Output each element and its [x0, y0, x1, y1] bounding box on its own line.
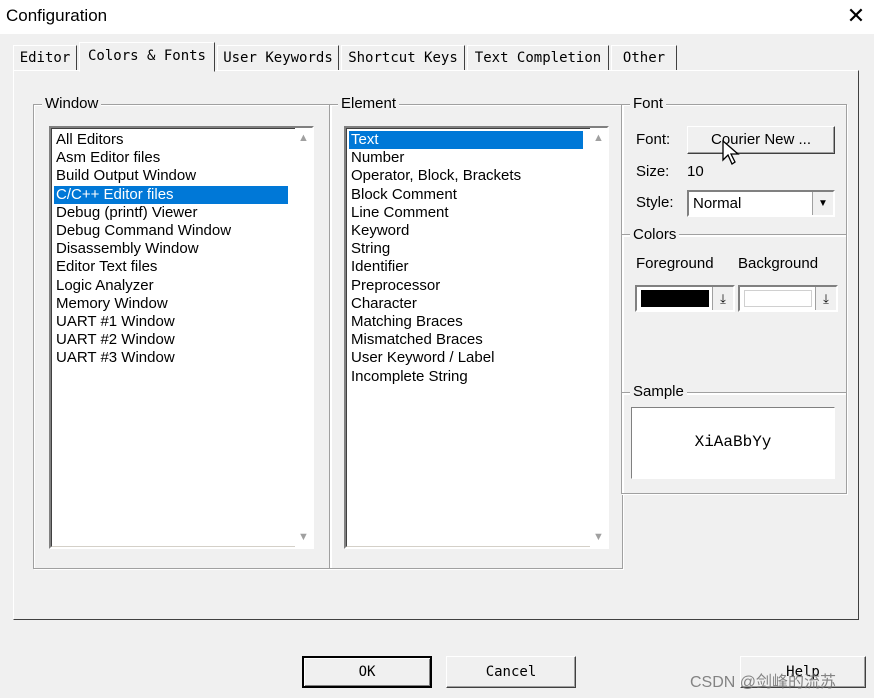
tab-editor[interactable]: Editor: [13, 45, 77, 70]
window-listbox[interactable]: All Editors Asm Editor files Build Output …: [49, 126, 314, 549]
element-group-legend: Element: [338, 95, 400, 112]
list-item[interactable]: UART #1 Window: [54, 313, 288, 331]
element-listbox[interactable]: Text Number Operator, Block, Brackets Block…: [344, 126, 609, 549]
list-item[interactable]: Operator, Block, Brackets: [349, 167, 583, 185]
sample-group-legend: Sample: [630, 383, 687, 400]
list-item[interactable]: Matching Braces: [349, 313, 583, 331]
background-color-picker[interactable]: ⤓: [738, 285, 838, 312]
list-item[interactable]: Preprocessor: [349, 277, 583, 295]
list-item[interactable]: Text: [349, 131, 583, 149]
list-item[interactable]: UART #3 Window: [54, 349, 288, 367]
mouse-cursor-icon: [722, 140, 740, 165]
list-item[interactable]: All Editors: [54, 131, 288, 149]
list-item[interactable]: Character: [349, 295, 583, 313]
list-item[interactable]: Mismatched Braces: [349, 331, 583, 349]
style-dropdown[interactable]: Normal ▼: [687, 190, 835, 217]
list-item[interactable]: Debug (printf) Viewer: [54, 204, 288, 222]
sample-text: XiAaBbYy: [694, 433, 772, 451]
foreground-color-swatch: [641, 290, 709, 307]
tab-other[interactable]: Other: [611, 45, 677, 70]
list-item[interactable]: Identifier: [349, 258, 583, 276]
font-label: Font:: [636, 131, 671, 148]
list-item[interactable]: Number: [349, 149, 583, 167]
list-item[interactable]: C/C++ Editor files: [54, 185, 288, 204]
close-button[interactable]: ✕: [840, 2, 872, 30]
scroll-up-icon[interactable]: ▲: [593, 132, 604, 144]
list-item[interactable]: Keyword: [349, 222, 583, 240]
tab-shortcut-keys[interactable]: Shortcut Keys: [341, 45, 465, 70]
style-label: Style:: [636, 194, 674, 211]
chevron-down-icon[interactable]: ▼: [812, 192, 833, 215]
list-item[interactable]: Incomplete String: [349, 368, 583, 386]
list-item[interactable]: Build Output Window: [54, 167, 288, 185]
scroll-up-icon[interactable]: ▲: [298, 132, 309, 144]
dropdown-arrow-icon[interactable]: ⤓: [712, 287, 733, 310]
font-select-button[interactable]: Courier New ...: [687, 126, 835, 154]
style-dropdown-value: Normal: [693, 195, 742, 212]
watermark: CSDN @剑峰的流苏: [690, 674, 837, 691]
list-item[interactable]: String: [349, 240, 583, 258]
list-item[interactable]: UART #2 Window: [54, 331, 288, 349]
scroll-down-icon[interactable]: ▼: [593, 531, 604, 543]
foreground-label: Foreground: [636, 255, 714, 272]
list-item[interactable]: Logic Analyzer: [54, 277, 288, 295]
title-bar: Configuration ✕: [0, 0, 874, 34]
background-label: Background: [738, 255, 819, 272]
list-item[interactable]: Debug Command Window: [54, 222, 288, 240]
tab-colors-fonts[interactable]: Colors & Fonts: [79, 42, 215, 72]
font-group-legend: Font: [630, 95, 667, 112]
list-item[interactable]: Editor Text files: [54, 258, 288, 276]
list-item[interactable]: Asm Editor files: [54, 149, 288, 167]
size-label: Size:: [636, 163, 670, 180]
window-title: Configuration: [6, 6, 108, 25]
window-group-legend: Window: [42, 95, 102, 112]
list-item[interactable]: Block Comment: [349, 186, 583, 204]
ok-button[interactable]: OK: [302, 656, 432, 688]
tab-text-completion[interactable]: Text Completion: [467, 45, 609, 70]
list-item[interactable]: Memory Window: [54, 295, 288, 313]
list-item[interactable]: User Keyword / Label: [349, 349, 583, 367]
list-item[interactable]: Disassembly Window: [54, 240, 288, 258]
window-listbox-scrollbar[interactable]: ▲ ▼: [295, 128, 312, 547]
colors-group-legend: Colors: [630, 226, 680, 243]
sample-preview: XiAaBbYy: [631, 407, 835, 479]
foreground-color-picker[interactable]: ⤓: [635, 285, 735, 312]
size-value: 10: [687, 163, 704, 180]
background-color-swatch: [744, 290, 812, 307]
cancel-button[interactable]: Cancel: [446, 656, 576, 688]
element-listbox-scrollbar[interactable]: ▲ ▼: [590, 128, 607, 547]
dropdown-arrow-icon[interactable]: ⤓: [815, 287, 836, 310]
tab-user-keywords[interactable]: User Keywords: [217, 45, 339, 70]
scroll-down-icon[interactable]: ▼: [298, 531, 309, 543]
list-item[interactable]: Line Comment: [349, 204, 583, 222]
